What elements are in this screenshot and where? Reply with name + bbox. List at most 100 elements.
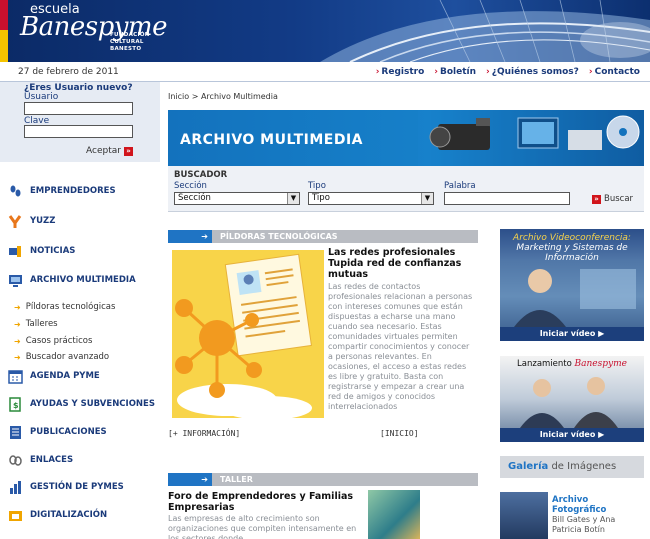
yuzz-logo-icon [8,214,22,228]
menu-ayudas-subvenciones[interactable]: $ AYUDAS Y SUBVENCIONES [8,395,155,413]
link-contacto[interactable]: › Contacto [589,67,640,77]
word-input[interactable] [444,192,570,205]
login-box: ¿Eres Usuario nuevo? Usuario Clave Acept… [0,82,160,162]
start-video-button[interactable]: Iniciar vídeo ▶ [500,428,644,442]
launch-promo[interactable]: Lanzamiento Banespyme Iniciar vídeo ▶ [500,356,644,442]
workshop-title[interactable]: Foro de Emprendedores y Familias Empresa… [168,491,368,513]
link-label: Registro [381,67,425,77]
breadcrumb[interactable]: Inicio > Archivo Multimedia [168,92,278,101]
megaphone-icon [9,245,21,257]
promo-title-line: Marketing y Sistemas de Información [516,243,628,263]
digital-folder-icon [9,510,22,521]
menu-enlaces[interactable]: ENLACES [8,451,73,469]
play-icon: ▶ [598,430,605,439]
menu-label: DIGITALIZACIÓN [30,510,108,520]
word-label: Palabra [444,181,476,191]
link-quienes-somos[interactable]: › ¿Quiénes somos? [486,67,579,77]
header-architecture-image [320,0,650,62]
promo-title: Archivo Videoconferencia: Marketing y Si… [500,233,644,263]
document-money-icon: $ [9,396,21,412]
more-info-link[interactable]: [+ INFORMACIÓN] [168,429,240,438]
multimedia-equipment-image [418,110,644,166]
user-input[interactable] [24,102,133,115]
link-registro[interactable]: › Registro [376,67,425,77]
top-links: › Registro › Boletín › ¿Quiénes somos? › Con… [376,67,640,77]
arrow-right-icon: › [434,67,438,77]
main-content: Inicio > Archivo Multimedia ARCHIVO MULT… [160,82,650,539]
menu-label: AYUDAS Y SUBVENCIONES [30,399,155,409]
menu-label: EMPRENDEDORES [30,186,116,196]
section-banner: ARCHIVO MULTIMEDIA [168,110,644,166]
launch-prefix: Lanzamiento [517,359,572,369]
submenu-label: Píldoras tecnológicas [25,302,116,312]
photo-caption: Bill Gates y Ana Patricia Botín [552,515,616,534]
accept-label: Aceptar [86,146,121,156]
logo-sub-line: CULTURAL [110,39,144,45]
menu-digitalizacion[interactable]: DIGITALIZACIÓN [8,506,107,524]
section-header-taller: ➔ TALLER [168,473,478,486]
arrow-right-icon: ➔ [168,230,212,243]
site-header: escuela Banespyme FUNDACIÓN CULTURAL BAN… [0,0,650,62]
footprints-icon [10,185,21,196]
top-bar: 27 de febrero de 2011 › Registro › Boletín… [0,62,650,82]
search-button[interactable]: » Buscar [592,194,633,204]
section-header-label: PÍLDORAS TECNOLÓGICAS [220,232,338,241]
menu-label: GESTIÓN DE PYMES [30,482,124,492]
menu-label: YUZZ [30,216,56,226]
menu-agenda-pyme[interactable]: AGENDA PYME [8,367,100,385]
videoconference-promo[interactable]: Archivo Videoconferencia: Marketing y Si… [500,229,644,341]
article-summary: Las redes de contactos profesionales rel… [328,282,473,411]
sidebar: ¿Eres Usuario nuevo? Usuario Clave Acept… [0,82,160,539]
link-label: ¿Quiénes somos? [491,67,579,77]
gallery-bold: Galería [508,461,549,472]
photo-archive-link[interactable]: Archivo Fotográfico [552,495,644,515]
article-title[interactable]: Las redes profesionales Tupida red de co… [328,247,476,280]
workshop-image[interactable] [368,490,420,539]
multimedia-icon [9,274,22,287]
start-video-button[interactable]: Iniciar vídeo ▶ [500,327,644,341]
network-illustration[interactable] [172,250,324,418]
banner-title: ARCHIVO MULTIMEDIA [180,132,364,148]
chain-link-icon [9,454,22,466]
logo-sub-line: BANESTO [110,46,142,52]
submenu-label: Casos prácticos [25,336,93,346]
image-gallery-header[interactable]: Galería de Imágenes [500,456,644,478]
type-label: Tipo [308,181,326,191]
logo-fundacion: FUNDACIÓN CULTURAL BANESTO [110,32,150,53]
link-label: Boletín [439,67,476,77]
arrow-right-icon: ➜ [14,319,21,329]
submenu-talleres[interactable]: ➜ Talleres [14,319,58,329]
launch-brand: Banespyme [574,359,627,369]
menu-emprendedores[interactable]: EMPRENDEDORES [8,182,116,200]
speaker-photo [500,259,644,327]
menu-noticias[interactable]: NOTICIAS [8,242,75,260]
submenu-casos-practicos[interactable]: ➜ Casos prácticos [14,336,92,346]
start-video-label: Iniciar vídeo [539,329,596,338]
arrow-right-icon: ➜ [14,352,21,362]
menu-yuzz[interactable]: YUZZ [8,212,55,230]
photo-thumbnail[interactable] [500,492,548,539]
chevron-down-icon: ▼ [421,193,433,204]
submenu-pildoras[interactable]: ➜ Píldoras tecnológicas [14,302,115,312]
arrow-right-icon: ➔ [168,473,212,486]
search-title: BUSCADOR [174,170,228,180]
section-header-pildoras: ➔ PÍLDORAS TECNOLÓGICAS [168,230,478,243]
play-icon: ▶ [598,329,605,338]
section-label: Sección [174,181,207,191]
go-icon: » [592,194,601,204]
accept-button[interactable]: Aceptar » [86,146,133,156]
submenu-buscador-avanzado[interactable]: ➜ Buscador avanzado [14,352,109,362]
link-boletin[interactable]: › Boletín [434,67,476,77]
launch-title: Lanzamiento Banespyme [500,359,644,369]
section-header-label: TALLER [220,475,253,484]
svg-text:$: $ [13,401,19,410]
home-link[interactable]: [INICIO] [380,429,419,438]
password-input[interactable] [24,125,133,138]
start-video-label: Iniciar vídeo [539,430,596,439]
section-select[interactable]: Sección ▼ [174,192,300,205]
menu-publicaciones[interactable]: PUBLICACIONES [8,423,107,441]
menu-gestion-pymes[interactable]: GESTIÓN DE PYMES [8,478,124,496]
page: escuela Banespyme FUNDACIÓN CULTURAL BAN… [0,0,650,539]
type-select[interactable]: Tipo ▼ [308,192,434,205]
menu-archivo-multimedia[interactable]: ARCHIVO MULTIMEDIA [8,271,136,289]
